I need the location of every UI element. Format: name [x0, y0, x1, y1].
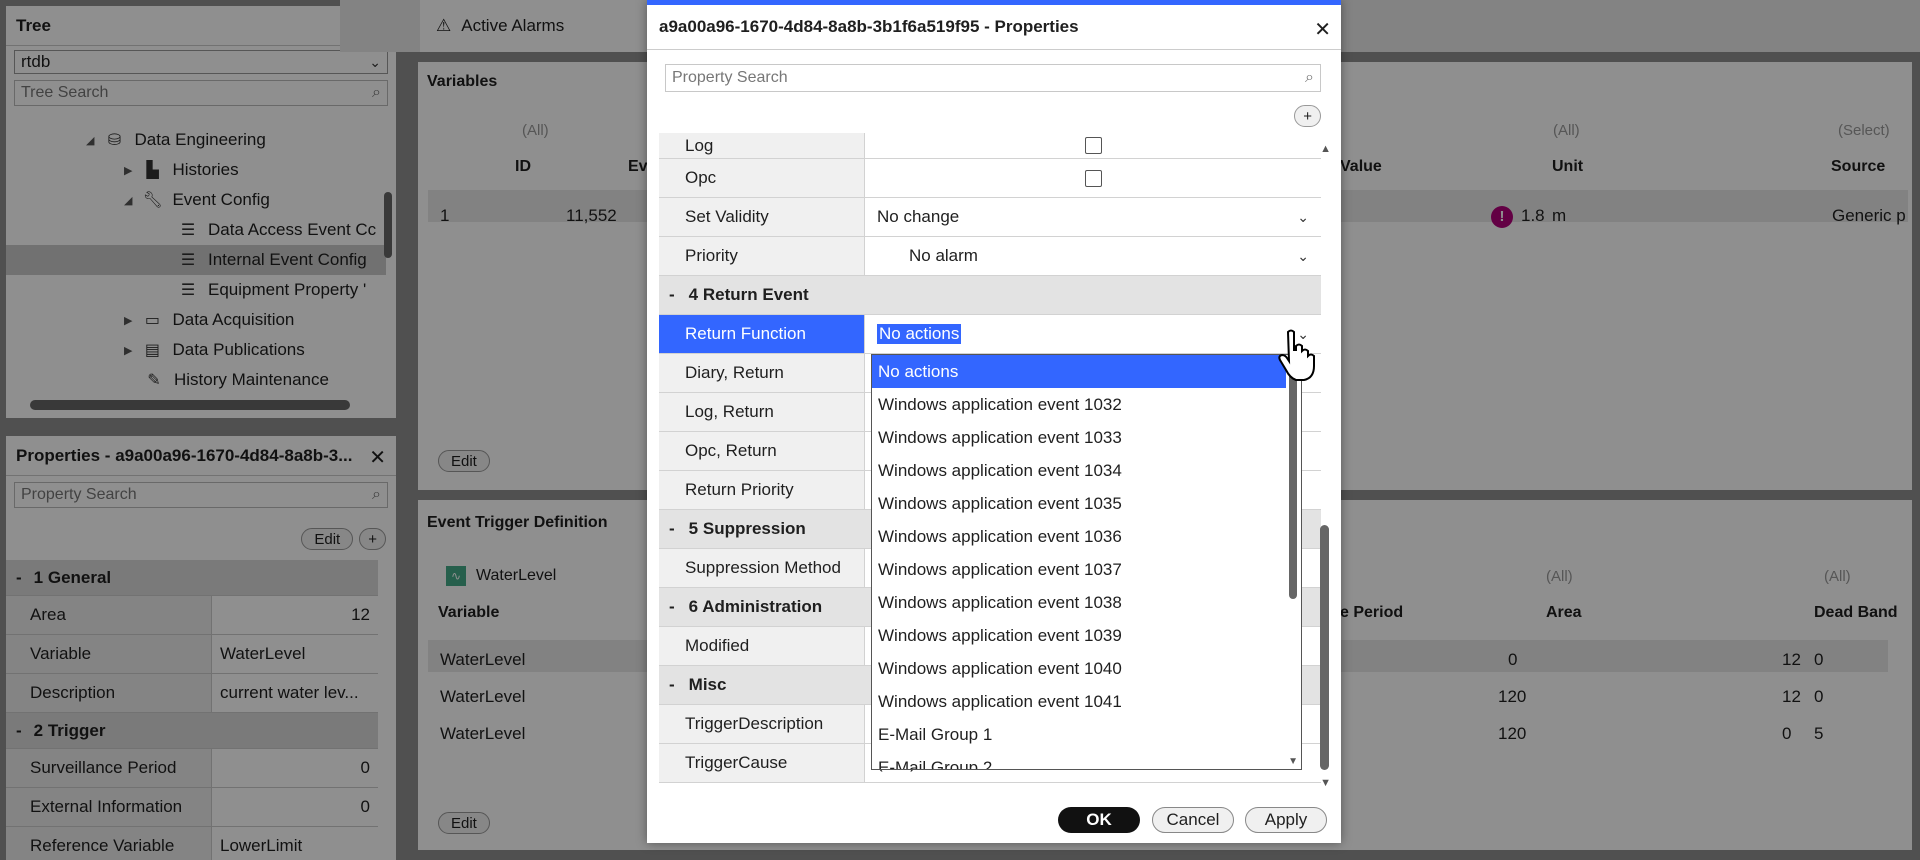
property-label: Priority	[659, 237, 865, 275]
cancel-button[interactable]: Cancel	[1152, 807, 1234, 833]
property-label: Suppression Method	[659, 549, 865, 587]
dropdown-option[interactable]: Windows application event 1039	[872, 619, 1286, 652]
dropdown-option[interactable]: E-Mail Group 2	[872, 751, 1286, 770]
dropdown-option[interactable]: Windows application event 1033	[872, 421, 1286, 454]
close-icon[interactable]: ✕	[1314, 17, 1331, 42]
dropdown-option[interactable]: Windows application event 1036	[872, 520, 1286, 553]
property-label: Opc	[659, 159, 865, 197]
dropdown-list: No actions Windows application event 1032…	[872, 355, 1286, 770]
chevron-down-icon: ⌄	[1297, 208, 1309, 225]
dialog-scroll-up-icon[interactable]: ▲	[1320, 143, 1331, 155]
property-search-placeholder: Property Search	[672, 69, 788, 86]
log-checkbox[interactable]	[1084, 137, 1102, 154]
dialog-scrollbar[interactable]	[1320, 525, 1329, 770]
property-row-set-validity[interactable]: Set Validity No change ⌄	[659, 198, 1321, 237]
dropdown-option[interactable]: Windows application event 1035	[872, 487, 1286, 520]
property-label: TriggerDescription	[659, 705, 865, 743]
property-row-priority[interactable]: Priority No alarm ⌄	[659, 237, 1321, 276]
dropdown-option-selected[interactable]: No actions	[872, 355, 1286, 388]
property-label: Diary, Return	[659, 354, 865, 392]
dropdown-option[interactable]: Windows application event 1032	[872, 388, 1286, 421]
dropdown-option[interactable]: Windows application event 1034	[872, 454, 1286, 487]
dropdown-option[interactable]: E-Mail Group 1	[872, 718, 1286, 751]
property-row-return-function[interactable]: Return Function No actions ⌄	[659, 315, 1321, 354]
select-value: No change	[877, 207, 960, 226]
section-header-return-event[interactable]: -4 Return Event	[659, 276, 1321, 315]
dropdown-option[interactable]: Windows application event 1040	[872, 652, 1286, 685]
section-title: Misc	[688, 675, 727, 694]
collapse-icon: -	[669, 285, 675, 304]
dropdown-option[interactable]: Windows application event 1037	[872, 553, 1286, 586]
property-label: TriggerCause	[659, 744, 865, 782]
section-title: 6 Administration	[688, 597, 823, 616]
property-row-opc[interactable]: Opc	[659, 159, 1321, 198]
dialog-scroll-down-icon[interactable]: ▼	[1320, 777, 1331, 789]
add-button[interactable]: +	[1294, 105, 1321, 127]
hand-cursor-icon	[1276, 328, 1316, 387]
search-icon: ⌕	[1305, 69, 1314, 86]
property-label: Log, Return	[659, 393, 865, 431]
select-value: No actions	[877, 324, 962, 344]
property-label: Modified	[659, 627, 865, 665]
dropdown-option[interactable]: Windows application event 1038	[872, 586, 1286, 619]
return-function-dropdown[interactable]: No actions Windows application event 1032…	[871, 354, 1302, 770]
property-label: Return Priority	[659, 471, 865, 509]
collapse-icon: -	[669, 519, 675, 538]
dropdown-option[interactable]: Windows application event 1041	[872, 685, 1286, 718]
property-row-log[interactable]: Log	[659, 133, 1321, 159]
set-validity-select[interactable]: No change ⌄	[865, 198, 1321, 236]
dropdown-scrollbar[interactable]	[1289, 369, 1297, 599]
collapse-icon: -	[669, 675, 675, 694]
collapse-icon: -	[669, 597, 675, 616]
chevron-down-icon: ⌄	[1297, 247, 1309, 264]
apply-button[interactable]: Apply	[1245, 807, 1327, 833]
opc-checkbox[interactable]	[1084, 169, 1102, 187]
property-label: Set Validity	[659, 198, 865, 236]
return-function-select[interactable]: No actions ⌄	[865, 315, 1321, 353]
property-label: Return Function	[659, 315, 865, 353]
select-value: No alarm	[909, 246, 978, 265]
dialog-title: a9a00a96-1670-4d84-8a8b-3b1f6a519f95 - P…	[659, 17, 1079, 36]
ok-button[interactable]: OK	[1058, 807, 1140, 833]
section-title: 4 Return Event	[688, 285, 809, 304]
property-label: Log	[659, 133, 865, 158]
section-title: 5 Suppression	[688, 519, 806, 538]
property-search-input[interactable]: Property Search ⌕	[665, 64, 1321, 92]
dialog-header: a9a00a96-1670-4d84-8a8b-3b1f6a519f95 - P…	[647, 5, 1341, 50]
priority-select[interactable]: No alarm ⌄	[865, 237, 1321, 275]
dropdown-scroll-down-icon[interactable]: ▼	[1288, 756, 1298, 767]
property-label: Opc, Return	[659, 432, 865, 470]
